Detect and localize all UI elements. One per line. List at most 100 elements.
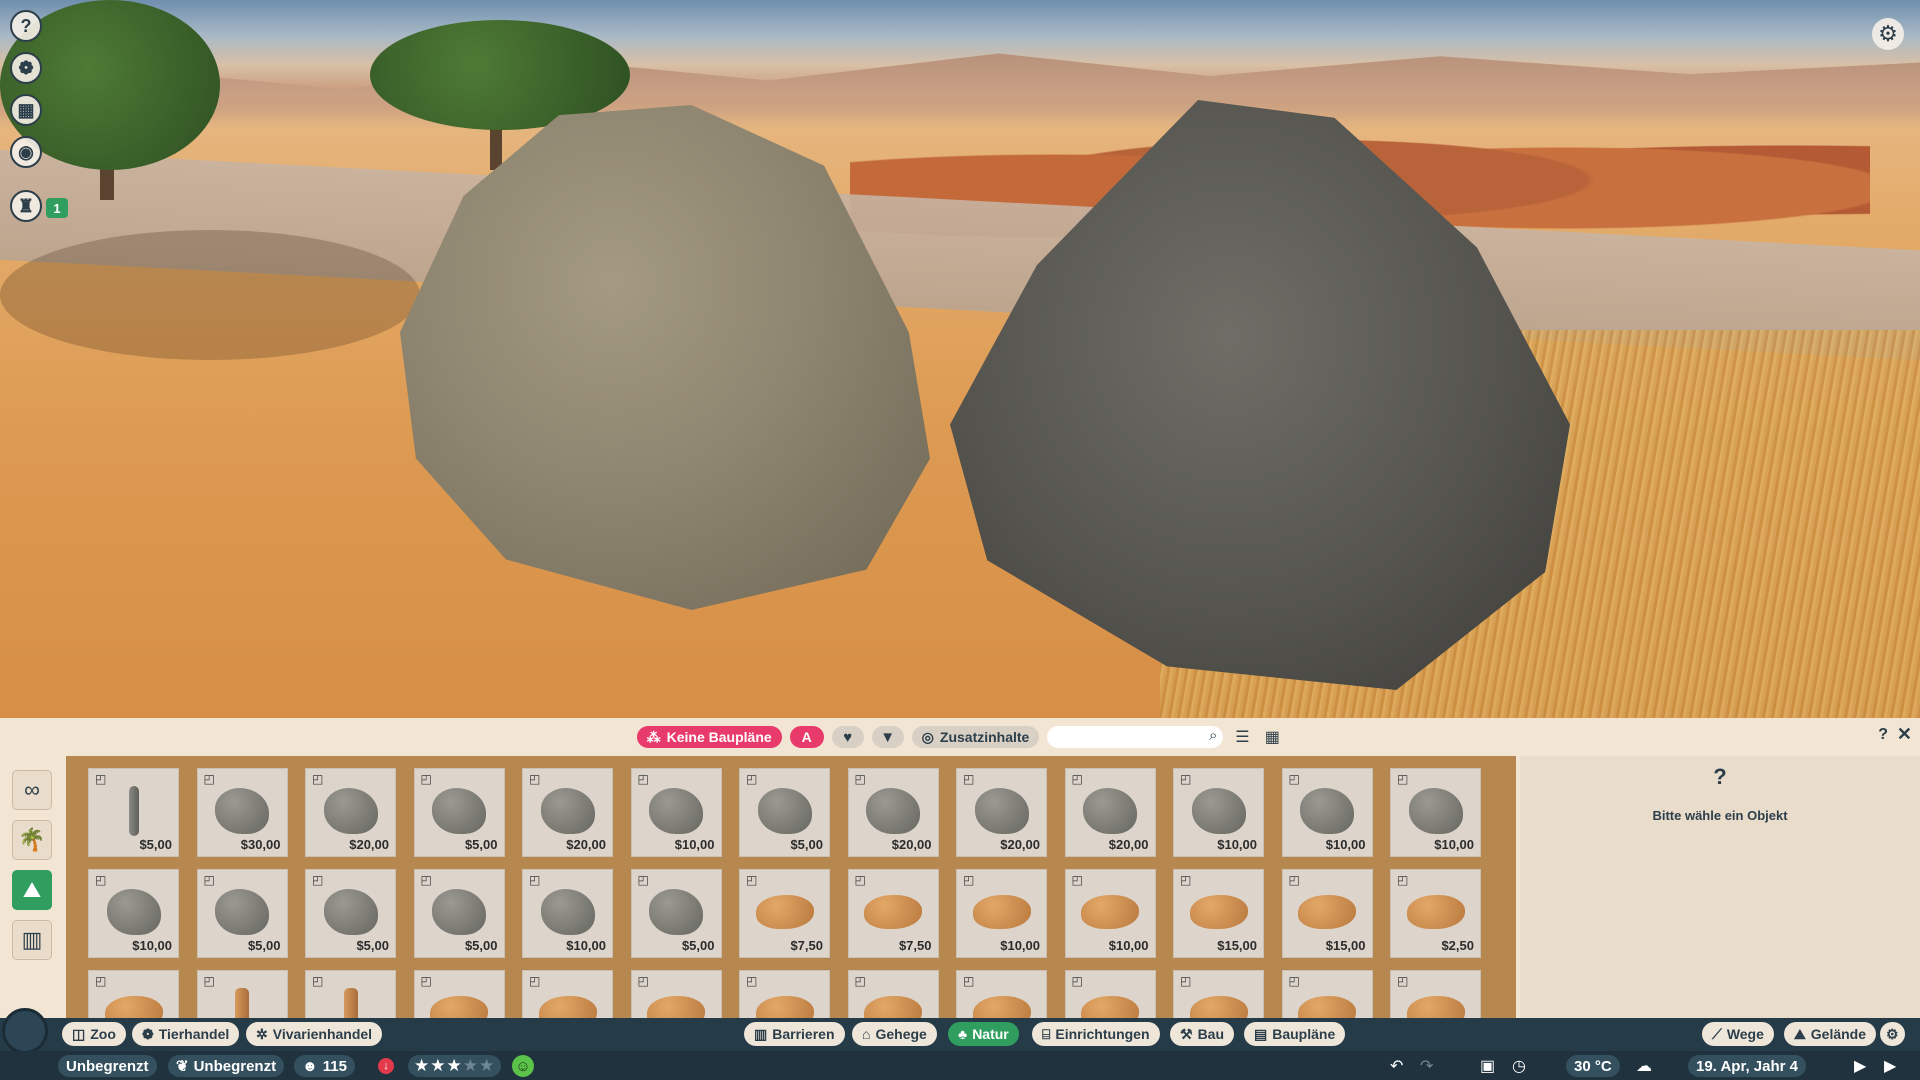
category-rocks[interactable]: ⛰ xyxy=(12,870,52,910)
item-tile[interactable]: ◰ $20,00 xyxy=(522,768,613,857)
tab-gehege[interactable]: ⌂ Gehege xyxy=(852,1022,937,1046)
item-tile[interactable]: ◰ xyxy=(847,970,939,1018)
staff-count-badge: 1 xyxy=(46,198,68,218)
item-tile[interactable]: ◰ $15,00 xyxy=(1173,869,1264,958)
help-icon[interactable]: ? xyxy=(1878,726,1888,744)
item-tile[interactable]: ◰ xyxy=(1064,970,1156,1018)
eye-icon[interactable]: ◉ xyxy=(10,136,42,168)
research-display[interactable]: ❦ Unbegrenzt xyxy=(168,1055,285,1077)
item-tile[interactable]: ◰ $5,00 xyxy=(630,869,722,958)
happiness-icon[interactable]: ☺ xyxy=(512,1055,534,1077)
category-fences[interactable]: ▥ xyxy=(12,920,52,960)
item-tile[interactable]: ◰ $20,00 xyxy=(956,768,1047,857)
tab-label: Gehege xyxy=(875,1026,927,1042)
blueprint-icon: ⁂ xyxy=(646,728,661,745)
tab-natur[interactable]: ♣ Natur xyxy=(948,1022,1019,1046)
clock-icon[interactable]: ◷ xyxy=(1512,1055,1526,1077)
search-input[interactable]: ⌕ xyxy=(1047,726,1224,748)
tab-baupläne[interactable]: ▤ Baupläne xyxy=(1244,1022,1346,1046)
item-tile[interactable]: ◰ xyxy=(88,970,179,1018)
item-tile[interactable]: ◰ $5,00 xyxy=(739,768,830,857)
item-tile[interactable]: ◰ $30,00 xyxy=(196,768,288,857)
sort-icon[interactable]: ☰ xyxy=(1231,726,1253,748)
search-icon[interactable]: ⌕ xyxy=(1209,727,1217,744)
item-tile[interactable]: ◰ $20,00 xyxy=(1064,768,1156,857)
tab-barrieren[interactable]: ▥ Barrieren xyxy=(744,1022,845,1046)
paw-icon[interactable]: ❁ xyxy=(10,52,42,84)
rock-thumbnail xyxy=(215,787,269,834)
person-icon[interactable]: ♜ xyxy=(10,190,42,222)
item-tile[interactable]: ◰ $5,00 xyxy=(196,869,288,958)
category-infinity[interactable]: ∞ xyxy=(12,770,52,810)
tab-einrichtungen[interactable]: ⌸ Einrichtungen xyxy=(1032,1022,1160,1046)
grid-view-icon[interactable]: ▦ xyxy=(1261,726,1283,748)
item-tile[interactable]: ◰ xyxy=(630,970,722,1018)
tab-label: Barrieren xyxy=(772,1026,835,1042)
blueprints-toggle[interactable]: ⁂ Keine Baupläne xyxy=(636,726,782,748)
play-speed-icon[interactable]: ▶ xyxy=(1854,1055,1866,1077)
item-tile[interactable]: ◰ xyxy=(1281,970,1373,1018)
gear-icon[interactable]: ⚙ xyxy=(1872,18,1904,50)
item-tile[interactable]: ◰ $2,50 xyxy=(1390,869,1481,958)
item-price: $7,50 xyxy=(790,938,823,953)
tab-wege[interactable]: ⟋ Wege xyxy=(1702,1022,1774,1046)
close-icon[interactable]: ✕ xyxy=(1897,724,1912,745)
item-tile[interactable]: ◰ $5,00 xyxy=(305,869,396,958)
item-tile[interactable]: ◰ xyxy=(522,970,613,1018)
tab-zoo[interactable]: ◫ Zoo xyxy=(62,1022,126,1046)
item-tile[interactable]: ◰ $7,50 xyxy=(739,869,830,958)
filter-icon[interactable]: ▼ xyxy=(871,726,904,748)
item-tile[interactable]: ◰ $10,00 xyxy=(88,869,179,958)
undo-icon[interactable]: ↶ xyxy=(1390,1055,1403,1077)
tool-icon[interactable]: ⚙ xyxy=(1880,1022,1905,1046)
redo-icon[interactable]: ↷ xyxy=(1420,1055,1433,1077)
item-tile[interactable]: ◰ $15,00 xyxy=(1281,869,1373,958)
tab-gelände[interactable]: ⛰ Gelände xyxy=(1784,1022,1877,1046)
item-tile[interactable]: ◰ $10,00 xyxy=(1390,768,1481,857)
item-tile[interactable]: ◰ $10,00 xyxy=(1173,768,1264,857)
item-tile[interactable]: ◰ xyxy=(305,970,396,1018)
item-tile[interactable]: ◰ xyxy=(1390,970,1481,1018)
category-plants[interactable]: 🌴 xyxy=(12,820,52,860)
item-tile[interactable]: ◰ $5,00 xyxy=(413,869,505,958)
item-tile[interactable]: ◰ $10,00 xyxy=(1281,768,1373,857)
money-display[interactable]: Unbegrenzt xyxy=(58,1055,157,1077)
zoo-rating[interactable]: ★ ★ ★ ★ ★ xyxy=(408,1055,502,1077)
item-price: $30,00 xyxy=(240,837,281,852)
item-tile[interactable]: ◰ $7,50 xyxy=(847,869,939,958)
item-tile[interactable]: ◰ $10,00 xyxy=(522,869,613,958)
alphabetical-sort-button[interactable]: A xyxy=(789,726,824,748)
item-tile[interactable]: ◰ $5,00 xyxy=(88,768,179,857)
item-tile[interactable]: ◰ xyxy=(413,970,505,1018)
tab-icon: ❁ xyxy=(142,1025,154,1042)
blueprint-corner-icon: ◰ xyxy=(963,772,975,786)
item-tile[interactable]: ◰ xyxy=(956,970,1047,1018)
tab-bau[interactable]: ⚒ Bau xyxy=(1170,1022,1235,1046)
additional-content-button[interactable]: ◎ Zusatzinhalte xyxy=(911,726,1040,748)
blueprint-corner-icon: ◰ xyxy=(420,873,432,887)
guest-count[interactable]: ☻ 115 xyxy=(294,1055,355,1077)
item-tile[interactable]: ◰ $20,00 xyxy=(305,768,396,857)
item-price: $5,00 xyxy=(790,837,823,852)
item-tile[interactable]: ◰ $10,00 xyxy=(630,768,722,857)
item-tile[interactable]: ◰ xyxy=(196,970,288,1018)
item-tile[interactable]: ◰ $20,00 xyxy=(847,768,939,857)
photo-mode-icon[interactable]: ▣ xyxy=(1480,1055,1495,1077)
heart-icon[interactable]: ♥ xyxy=(831,726,864,748)
calendar-icon[interactable]: ▦ xyxy=(10,94,42,126)
game-viewport[interactable] xyxy=(0,0,1920,720)
rock-thumbnail xyxy=(343,987,358,1018)
item-tile[interactable]: ◰ $5,00 xyxy=(413,768,505,857)
item-tile[interactable]: ◰ $10,00 xyxy=(1064,869,1156,958)
date-value: 19. Apr, Jahr 4 xyxy=(1696,1057,1798,1075)
item-tile[interactable]: ◰ xyxy=(1173,970,1264,1018)
date-display: 19. Apr, Jahr 4 xyxy=(1688,1055,1806,1077)
item-tile[interactable]: ◰ xyxy=(739,970,830,1018)
tab-tierhandel[interactable]: ❁ Tierhandel xyxy=(132,1022,240,1046)
item-tile[interactable]: ◰ $10,00 xyxy=(956,869,1047,958)
tab-vivarienhandel[interactable]: ✲ Vivarienhandel xyxy=(246,1022,383,1046)
item-price: $5,00 xyxy=(139,837,172,852)
question-icon[interactable]: ? xyxy=(10,10,42,42)
hud-tabs: ◫ Zoo ❁ Tierhandel ✲ Vivarienhandel ▥ Barrieren… xyxy=(0,1021,1920,1047)
fast-forward-icon[interactable]: ▶ xyxy=(1884,1055,1896,1077)
